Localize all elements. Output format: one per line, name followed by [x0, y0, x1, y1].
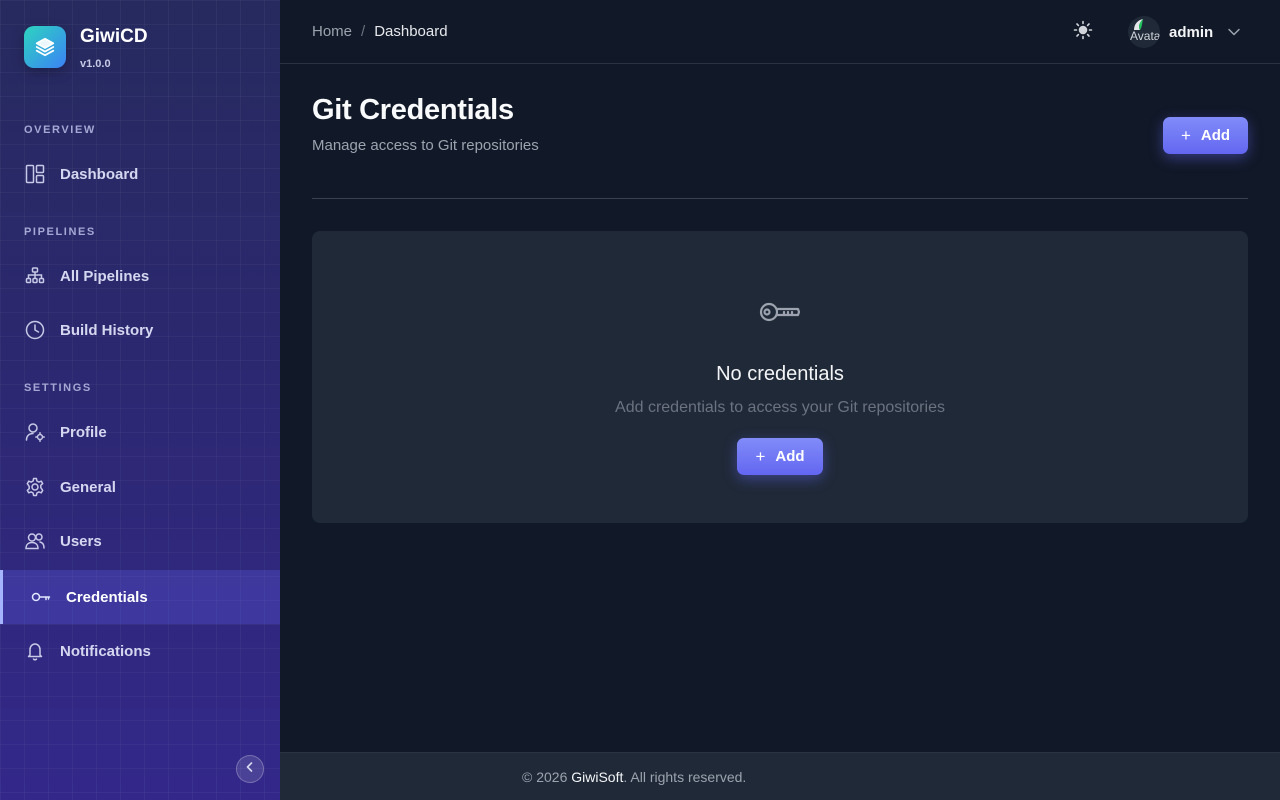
sidebar: GiwiCD v1.0.0 OVERVIEW Dashboard PIPELIN…	[0, 0, 280, 800]
bell-icon	[24, 640, 46, 662]
sidebar-item-build-history[interactable]: Build History	[0, 303, 280, 357]
empty-state-title: No credentials	[716, 363, 844, 385]
empty-state-card: No credentials Add credentials to access…	[312, 231, 1248, 523]
sidebar-item-credentials[interactable]: Credentials	[0, 570, 280, 624]
theme-toggle-button[interactable]	[1072, 20, 1094, 45]
user-name: admin	[1169, 23, 1214, 41]
sun-icon	[1073, 20, 1093, 45]
sidebar-item-label: Build History	[60, 321, 154, 339]
sidebar-item-notifications[interactable]: Notifications	[0, 624, 280, 678]
history-icon	[24, 319, 46, 341]
chevron-down-icon	[1227, 25, 1241, 39]
avatar[interactable]: Avatar	[1128, 16, 1160, 48]
section-title-overview: OVERVIEW	[24, 124, 96, 136]
pipelines-icon	[24, 265, 46, 287]
key-icon	[30, 586, 52, 608]
chevron-left-icon	[244, 760, 256, 778]
add-credential-button[interactable]: + Add	[1163, 117, 1248, 154]
dashboard-icon	[24, 163, 46, 185]
user-menu[interactable]: Avatar admin	[1128, 16, 1241, 48]
divider	[312, 198, 1248, 199]
empty-add-credential-button[interactable]: + Add	[737, 438, 823, 475]
top-header: Home / Dashboard Avatar admin	[280, 0, 1280, 64]
section-title-settings: SETTINGS	[24, 382, 92, 394]
collapse-sidebar-button[interactable]	[236, 755, 264, 783]
breadcrumb-current: Dashboard	[374, 23, 448, 40]
sidebar-item-label: Dashboard	[60, 165, 139, 183]
sidebar-item-label: Notifications	[60, 642, 151, 660]
sidebar-item-label: General	[60, 478, 116, 496]
section-title-pipelines: PIPELINES	[24, 226, 96, 238]
sidebar-item-all-pipelines[interactable]: All Pipelines	[0, 249, 280, 303]
footer: © 2026 GiwiSoft. All rights reserved.	[280, 752, 1280, 800]
breadcrumb-separator: /	[361, 23, 366, 40]
sidebar-item-dashboard[interactable]: Dashboard	[0, 147, 280, 201]
layers-logo-icon	[24, 26, 66, 68]
footer-brand-link[interactable]: GiwiSoft	[571, 769, 623, 785]
sidebar-item-label: Users	[60, 532, 102, 550]
brand-name: GiwiCD	[80, 26, 148, 47]
profile-icon	[24, 421, 46, 443]
plus-icon: +	[1180, 126, 1191, 145]
empty-state-description: Add credentials to access your Git repos…	[615, 399, 945, 416]
sidebar-item-users[interactable]: Users	[0, 514, 280, 568]
add-button-label: Add	[775, 448, 805, 465]
breadcrumb-home[interactable]: Home	[312, 23, 352, 40]
sidebar-item-label: Profile	[60, 423, 107, 441]
sidebar-item-label: Credentials	[66, 588, 148, 606]
footer-copyright: © 2026 GiwiSoft. All rights reserved.	[522, 769, 746, 785]
brand-version: v1.0.0	[80, 58, 111, 70]
page-title: Git Credentials	[312, 94, 514, 126]
key-icon	[759, 300, 801, 324]
footer-prefix: © 2026	[522, 768, 568, 785]
page-subtitle: Manage access to Git repositories	[312, 137, 539, 154]
sidebar-item-label: All Pipelines	[60, 267, 150, 285]
sidebar-item-profile[interactable]: Profile	[0, 405, 280, 459]
gear-icon	[24, 476, 46, 498]
breadcrumb: Home / Dashboard	[312, 23, 448, 40]
sidebar-item-general[interactable]: General	[0, 460, 280, 514]
users-icon	[24, 530, 46, 552]
plus-icon: +	[755, 447, 766, 466]
add-button-label: Add	[1200, 127, 1231, 144]
footer-suffix: . All rights reserved.	[623, 768, 747, 785]
brand[interactable]: GiwiCD v1.0.0	[24, 26, 148, 70]
avatar-alt-text: Avatar	[1130, 29, 1160, 43]
